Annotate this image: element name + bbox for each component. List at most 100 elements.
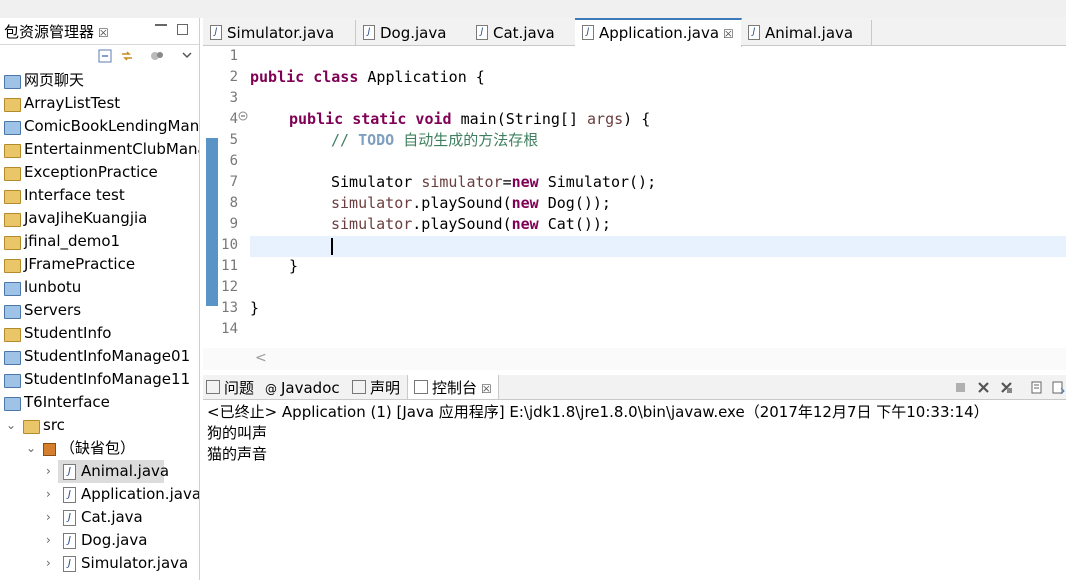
line-number: 9 (229, 216, 238, 232)
minimize-icon[interactable] (155, 24, 167, 28)
code-line-4[interactable]: public static void main(String[] args) { (289, 109, 650, 130)
tree-item-default-package[interactable]: ⌄ （缺省包） (0, 437, 199, 460)
java-file-icon: J (363, 25, 375, 40)
package-explorer-tabbar: 包资源管理器 ☒ (0, 18, 199, 45)
java-project-icon (4, 144, 21, 158)
code-line-13[interactable]: } (250, 298, 259, 319)
tab-console[interactable]: 控制台 ☒ (407, 375, 499, 399)
tab-declaration[interactable]: 声明 (352, 375, 400, 399)
folder-icon (4, 397, 21, 411)
current-line-highlight (250, 236, 1066, 257)
line-number: 13 (221, 300, 238, 316)
tree-item-src[interactable]: ⌄ src (0, 414, 199, 437)
tab-cat-java[interactable]: J Cat.java (469, 20, 577, 45)
tree-item-studentinfo[interactable]: StudentInfo (0, 322, 199, 345)
keyword: new (511, 173, 539, 191)
tree-item-label: JFramePractice (24, 255, 136, 273)
tree-item-entertainment[interactable]: EntertainmentClubMana (0, 138, 199, 161)
line-number: 4 (229, 111, 238, 127)
tree-item-arraylisttest[interactable]: ArrayListTest (0, 92, 199, 115)
tree-item-simulator-java[interactable]: › J Simulator.java (0, 552, 199, 575)
tab-problems[interactable]: 问题 (206, 375, 254, 399)
tree-item-label: Interface test (24, 186, 125, 204)
java-file-icon: J (63, 510, 76, 526)
folder-icon (4, 374, 21, 388)
code-line-9[interactable]: simulator.playSound(new Cat()); (331, 214, 611, 235)
tree-item-label: lunbotu (24, 278, 82, 296)
close-icon[interactable]: ☒ (481, 382, 492, 396)
tree-item-label: JavaJiheKuangjia (24, 209, 148, 227)
tree-item-wangye[interactable]: 网页聊天 (0, 69, 199, 92)
code-line-2[interactable]: public class Application { (250, 67, 485, 88)
tab-dog-java[interactable]: J Dog.java (356, 20, 470, 45)
java-project-icon (4, 213, 21, 227)
scroll-lock-icon[interactable] (1052, 381, 1065, 394)
tree-item-comicbook[interactable]: ComicBookLendingMan (0, 115, 199, 138)
fold-collapse-icon[interactable] (238, 111, 248, 121)
tab-javadoc[interactable]: @ Javadoc (265, 375, 340, 399)
horizontal-scrollbar[interactable]: < (203, 348, 1066, 370)
code-line-5[interactable]: // TODO 自动生成的方法存根 (331, 130, 538, 151)
chevron-right-icon[interactable]: › (46, 483, 51, 506)
tree-item-studentinfomanage01[interactable]: StudentInfoManage01 (0, 345, 199, 368)
tree-item-cat-java[interactable]: › J Cat.java (0, 506, 199, 529)
console-tabbar: 问题 @ Javadoc 声明 控制台 ☒ (203, 375, 1066, 400)
tree-item-label: Simulator.java (81, 554, 189, 572)
tree-item-servers[interactable]: Servers (0, 299, 199, 322)
tree-item-exception[interactable]: ExceptionPractice (0, 161, 199, 184)
chevron-right-icon[interactable]: › (46, 460, 51, 483)
chevron-down-icon[interactable]: ⌄ (6, 414, 16, 437)
chevron-right-icon[interactable]: › (46, 552, 51, 575)
tree-item-lunbotu[interactable]: lunbotu (0, 276, 199, 299)
tree-item-t6interface[interactable]: T6Interface (0, 391, 199, 414)
code-line-7[interactable]: Simulator simulator=new Simulator(); (331, 172, 656, 193)
tree-item-animal-java[interactable]: › J Animal.java (0, 460, 199, 483)
console-panel: 问题 @ Javadoc 声明 控制台 ☒ <已终止> Application (1… (203, 375, 1066, 580)
keyword: new (511, 215, 539, 233)
tree-item-label: Cat.java (81, 508, 143, 526)
quick-diff-bar (206, 138, 218, 306)
tree-item-application-java[interactable]: › J Application.java (0, 483, 199, 506)
java-file-icon: J (63, 533, 76, 549)
tab-simulator-java[interactable]: J Simulator.java (203, 20, 356, 45)
tab-label: Application.java (599, 24, 720, 42)
tab-label: Dog.java (380, 24, 447, 42)
line-number: 1 (229, 48, 238, 64)
tab-animal-java[interactable]: J Animal.java (741, 20, 872, 45)
close-icon[interactable]: ☒ (723, 27, 734, 41)
link-with-editor-icon[interactable] (120, 49, 134, 63)
code-line-8[interactable]: simulator.playSound(new Dog()); (331, 193, 611, 214)
code-line-11[interactable]: } (289, 256, 298, 277)
java-file-icon: J (63, 487, 76, 503)
tab-application-java[interactable]: J Application.java ☒ (575, 18, 742, 47)
tree-item-javajihe[interactable]: JavaJiheKuangjia (0, 207, 199, 230)
remove-all-terminated-icon[interactable] (1000, 381, 1013, 394)
tree-item-jfinal[interactable]: jfinal_demo1 (0, 230, 199, 253)
console-output-line: 猫的声音 (207, 445, 268, 463)
code-text: main(String[] (451, 110, 588, 128)
code-text: Application { (358, 68, 485, 86)
chevron-right-icon[interactable]: › (46, 529, 51, 552)
remove-launch-icon[interactable] (977, 381, 990, 394)
view-menu-icon[interactable] (180, 48, 194, 62)
scroll-left-icon[interactable]: < (255, 350, 267, 366)
console-icon (414, 380, 428, 394)
code-text: Simulator (331, 173, 422, 191)
chevron-right-icon[interactable]: › (46, 506, 51, 529)
tab-package-explorer[interactable]: 包资源管理器 ☒ (0, 18, 113, 44)
tree-item-interface-test[interactable]: Interface test (0, 184, 199, 207)
terminate-icon[interactable] (954, 381, 967, 394)
clear-console-icon[interactable] (1031, 381, 1044, 394)
chevron-down-icon[interactable]: ⌄ (26, 437, 36, 460)
tree-item-dog-java[interactable]: › J Dog.java (0, 529, 199, 552)
tab-label: Javadoc (281, 379, 340, 397)
collapse-all-icon[interactable] (98, 49, 112, 63)
close-icon[interactable]: ☒ (98, 26, 109, 40)
tree-item-studentinfomanage11[interactable]: StudentInfoManage11 (0, 368, 199, 391)
maximize-icon[interactable] (177, 24, 188, 35)
java-project-icon (4, 259, 21, 273)
tree-item-label: 网页聊天 (24, 71, 85, 89)
filter-icon[interactable] (150, 49, 164, 63)
tree-item-jframe[interactable]: JFramePractice (0, 253, 199, 276)
code-text: Dog()); (538, 194, 611, 212)
